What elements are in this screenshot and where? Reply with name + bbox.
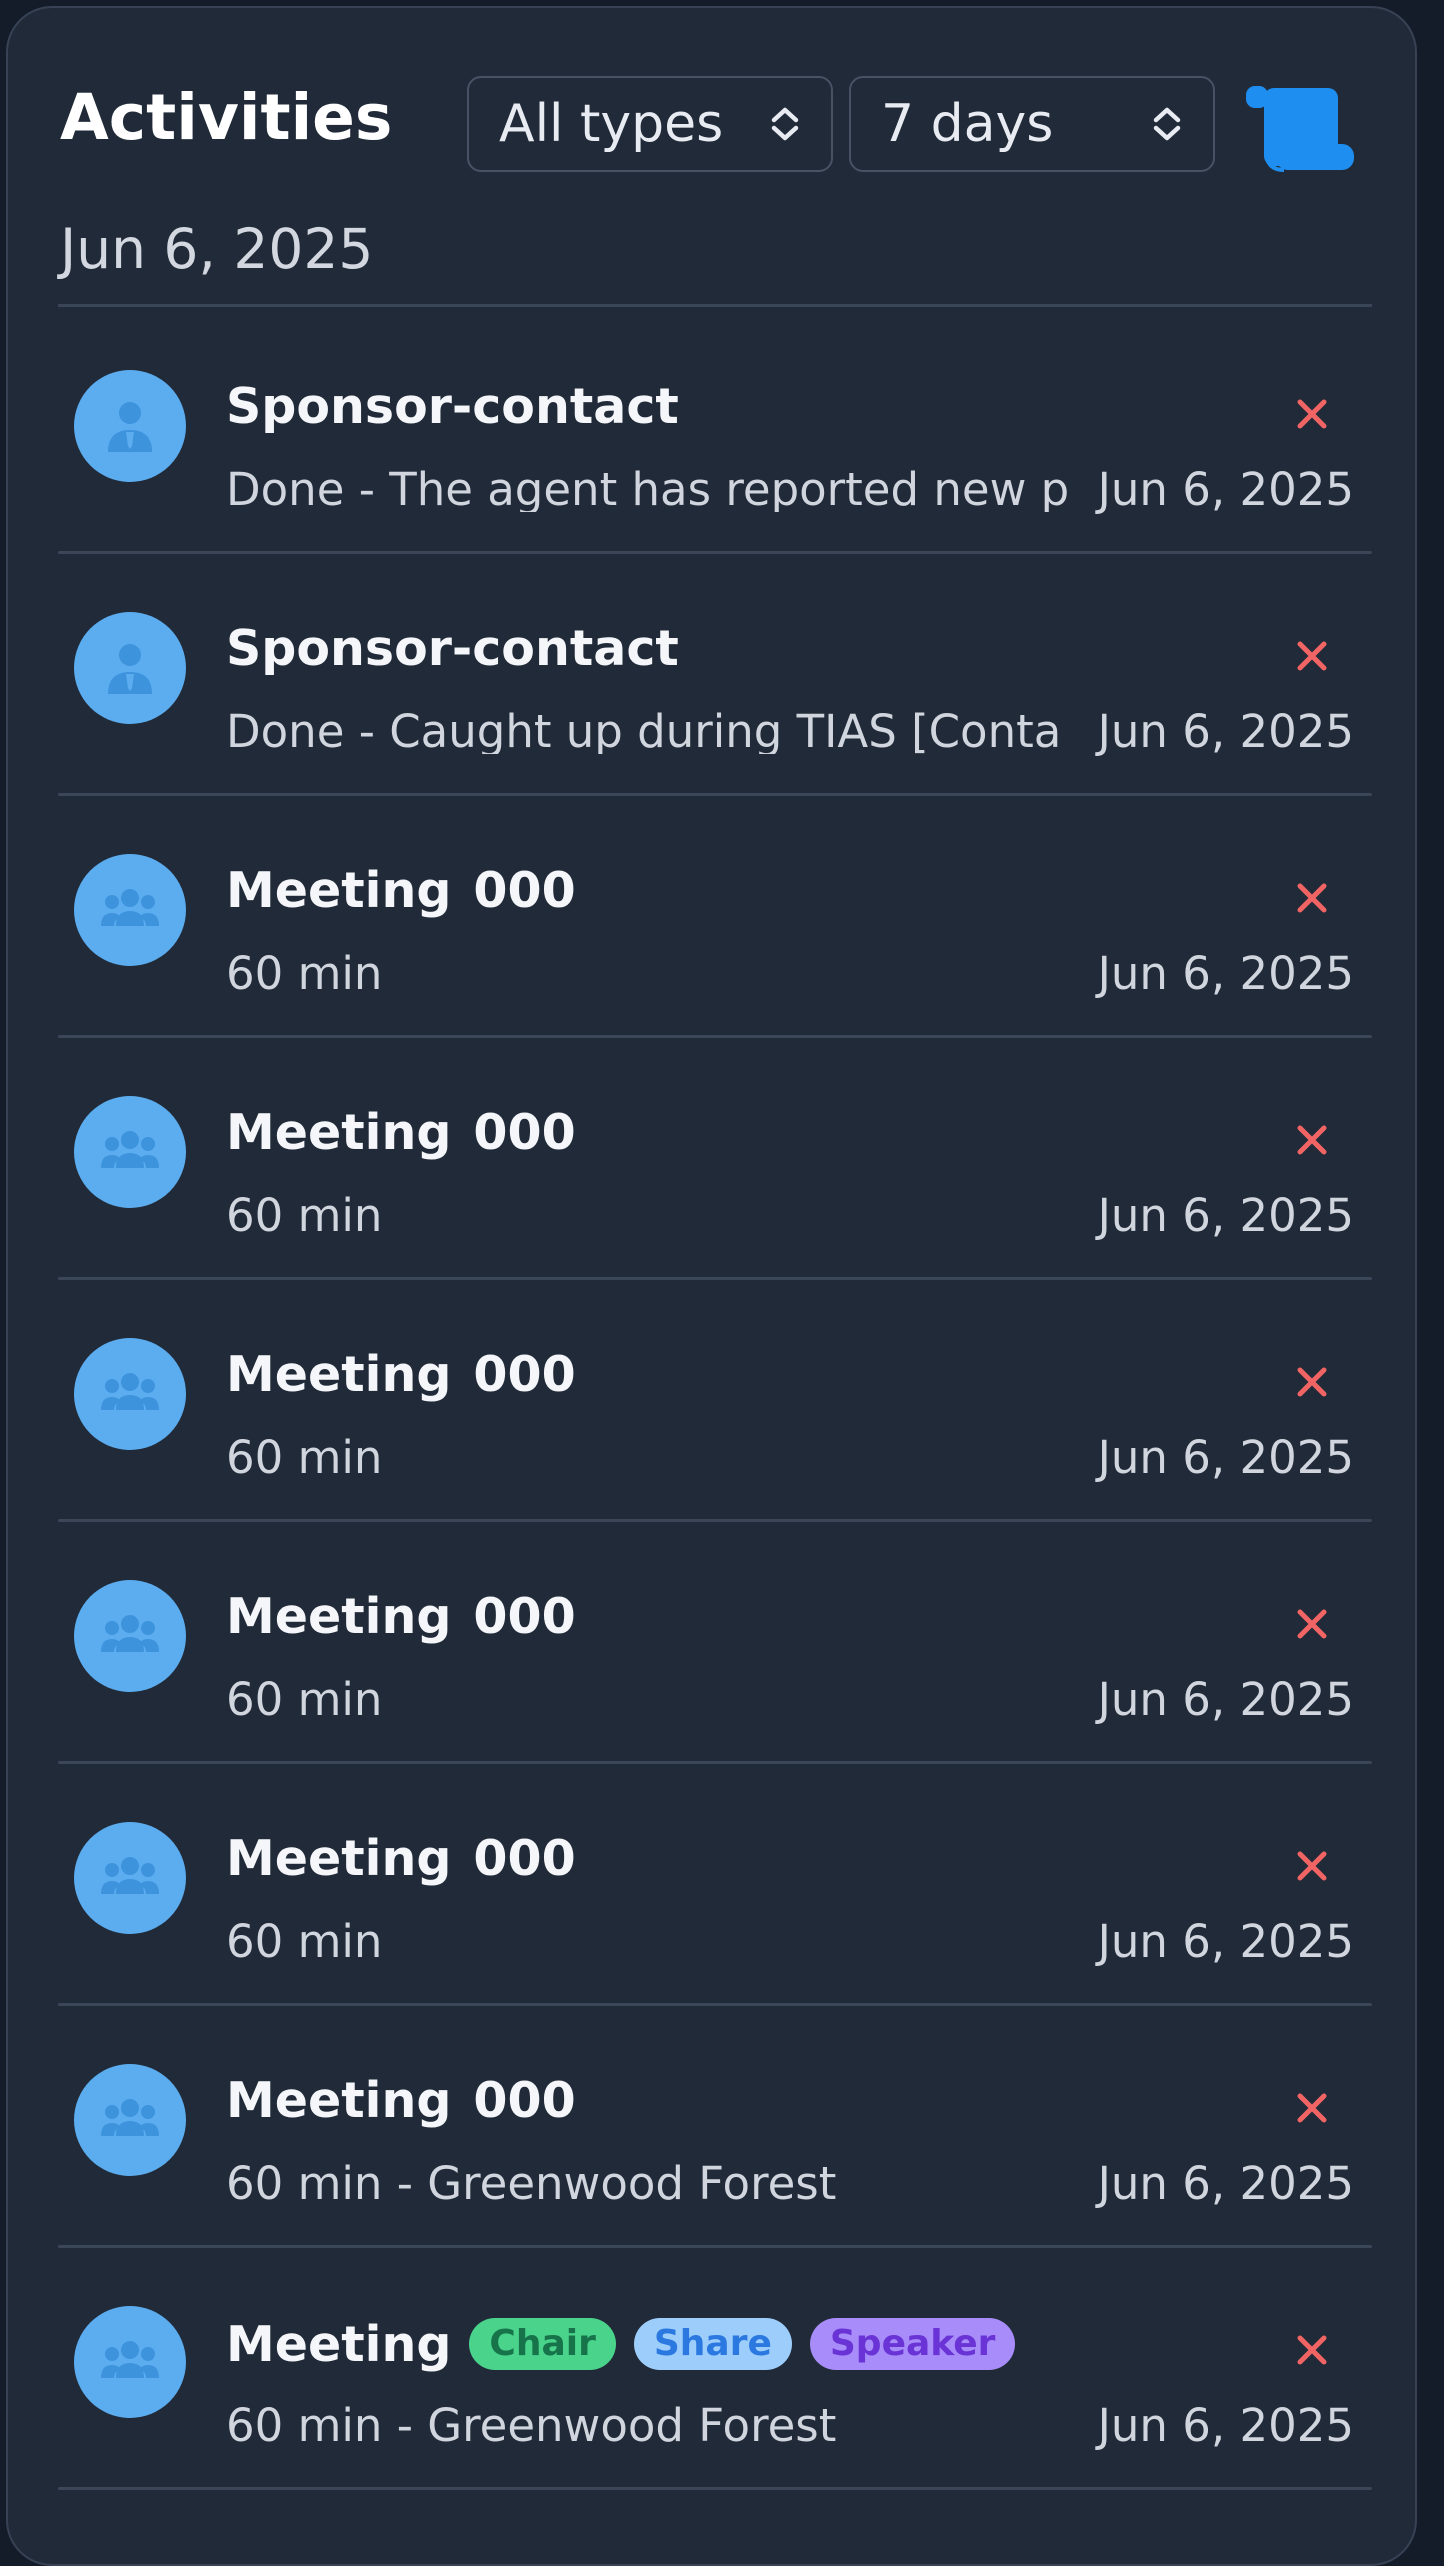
panel-header: Activities All types 7 days <box>8 8 1415 172</box>
activity-title-text: Meeting <box>226 862 452 919</box>
person-icon <box>108 644 152 694</box>
activity-title-text: Meeting <box>226 2315 452 2373</box>
activity-title-suffix: 000 <box>473 2072 576 2129</box>
activity-date: Jun 6, 2025 <box>1097 1915 1354 1968</box>
tag-share: Share <box>633 2318 792 2370</box>
activity-date: Jun 6, 2025 <box>1097 947 1354 1000</box>
page-title: Activities <box>60 81 393 154</box>
group-icon <box>101 1615 159 1652</box>
scroll-icon[interactable] <box>1244 80 1356 176</box>
close-icon[interactable] <box>1294 1364 1330 1400</box>
activity-subtitle: Done - The agent has reported new p <box>226 467 1070 512</box>
tag-chair: Chair <box>469 2318 616 2370</box>
activity-title: Meeting 000 <box>226 2076 576 2125</box>
activity-title: Meeting 000 <box>226 866 576 915</box>
activity-subtitle: 60 min <box>226 1677 383 1722</box>
activity-title-text: Meeting <box>226 1830 452 1887</box>
activity-subtitle: 60 min <box>226 1435 383 1480</box>
activity-avatar <box>74 612 186 724</box>
activity-row[interactable]: Meeting 000 60 min Jun 6, 2025 <box>58 1280 1372 1522</box>
activity-title-text: Meeting <box>226 1346 452 1403</box>
activity-row[interactable]: Meeting 000 60 min - Greenwood Forest Jun 6… <box>58 2006 1372 2248</box>
activity-date: Jun 6, 2025 <box>1097 1673 1354 1726</box>
activity-subtitle: 60 min - Greenwood Forest <box>226 2161 837 2206</box>
activity-row[interactable]: Sponsor-contact Done - The agent has repo… <box>58 312 1372 554</box>
range-filter-select[interactable]: 7 days <box>849 76 1215 172</box>
activity-subtitle: 60 min <box>226 1919 383 1964</box>
close-icon[interactable] <box>1294 396 1330 432</box>
activities-panel: Activities All types 7 days Jun 6, 2025 … <box>6 6 1417 2566</box>
close-icon[interactable] <box>1294 880 1330 916</box>
activity-avatar <box>74 370 186 482</box>
activity-subtitle: 60 min <box>226 951 383 996</box>
activity-date: Jun 6, 2025 <box>1097 463 1354 516</box>
activity-avatar <box>74 854 186 966</box>
activity-title: Sponsor-contact <box>226 382 679 431</box>
activity-subtitle: Done - Caught up during TIAS [Conta <box>226 709 1062 754</box>
activity-title-suffix: 000 <box>473 1588 576 1645</box>
close-icon[interactable] <box>1294 2332 1330 2368</box>
activity-avatar <box>74 1822 186 1934</box>
activity-row[interactable]: Meeting 000 60 min Jun 6, 2025 <box>58 1038 1372 1280</box>
activity-avatar <box>74 1338 186 1450</box>
range-filter-value: 7 days <box>881 94 1054 154</box>
group-icon <box>101 2099 159 2136</box>
close-icon[interactable] <box>1294 638 1330 674</box>
activity-avatar <box>74 1096 186 1208</box>
person-icon <box>108 402 152 452</box>
activity-title: Meeting Chair Share Speaker <box>226 2315 1016 2373</box>
activity-date: Jun 6, 2025 <box>1097 1431 1354 1484</box>
chevron-up-down-icon <box>1153 107 1181 141</box>
activity-row[interactable]: Meeting 000 60 min Jun 6, 2025 <box>58 1764 1372 2006</box>
activity-avatar <box>74 2306 186 2418</box>
activity-title-text: Sponsor-contact <box>226 378 679 435</box>
activity-title-suffix: 000 <box>473 1104 576 1161</box>
activity-subtitle: 60 min <box>226 1193 383 1238</box>
group-icon <box>101 2341 159 2378</box>
activity-title-text: Meeting <box>226 1104 452 1161</box>
activity-title-suffix: 000 <box>473 862 576 919</box>
activity-date: Jun 6, 2025 <box>1097 2157 1354 2210</box>
activity-title-suffix: 000 <box>473 1830 576 1887</box>
activity-row[interactable]: Meeting Chair Share Speaker 60 min - Greenwo… <box>58 2248 1372 2490</box>
activity-title: Sponsor-contact <box>226 624 679 673</box>
activity-title: Meeting 000 <box>226 1592 576 1641</box>
close-icon[interactable] <box>1294 1122 1330 1158</box>
activity-row[interactable]: Meeting 000 60 min Jun 6, 2025 <box>58 796 1372 1038</box>
activity-row[interactable]: Sponsor-contact Done - Caught up during T… <box>58 554 1372 796</box>
group-icon <box>101 1857 159 1894</box>
activity-date: Jun 6, 2025 <box>1097 2399 1354 2452</box>
activity-date: Jun 6, 2025 <box>1097 1189 1354 1242</box>
chevron-up-down-icon <box>771 107 799 141</box>
group-icon <box>101 1373 159 1410</box>
close-icon[interactable] <box>1294 1848 1330 1884</box>
activity-avatar <box>74 2064 186 2176</box>
activity-title: Meeting 000 <box>226 1108 576 1157</box>
activity-subtitle: 60 min - Greenwood Forest <box>226 2403 837 2448</box>
group-icon <box>101 1131 159 1168</box>
activity-list: Sponsor-contact Done - The agent has repo… <box>58 312 1372 2490</box>
activity-title: Meeting 000 <box>226 1834 576 1883</box>
type-filter-select[interactable]: All types <box>467 76 833 172</box>
activity-title-text: Sponsor-contact <box>226 620 679 677</box>
activity-date: Jun 6, 2025 <box>1097 705 1354 758</box>
activity-avatar <box>74 1580 186 1692</box>
activity-title-text: Meeting <box>226 2072 452 2129</box>
activity-title: Meeting 000 <box>226 1350 576 1399</box>
group-icon <box>101 889 159 926</box>
type-filter-value: All types <box>499 94 724 154</box>
tag-speaker: Speaker <box>809 2318 1016 2370</box>
activity-row[interactable]: Meeting 000 60 min Jun 6, 2025 <box>58 1522 1372 1764</box>
activity-title-text: Meeting <box>226 1588 452 1645</box>
date-heading: Jun 6, 2025 <box>60 217 374 281</box>
activity-title-suffix: 000 <box>473 1346 576 1403</box>
close-icon[interactable] <box>1294 1606 1330 1642</box>
header-divider <box>58 304 1372 307</box>
close-icon[interactable] <box>1294 2090 1330 2126</box>
